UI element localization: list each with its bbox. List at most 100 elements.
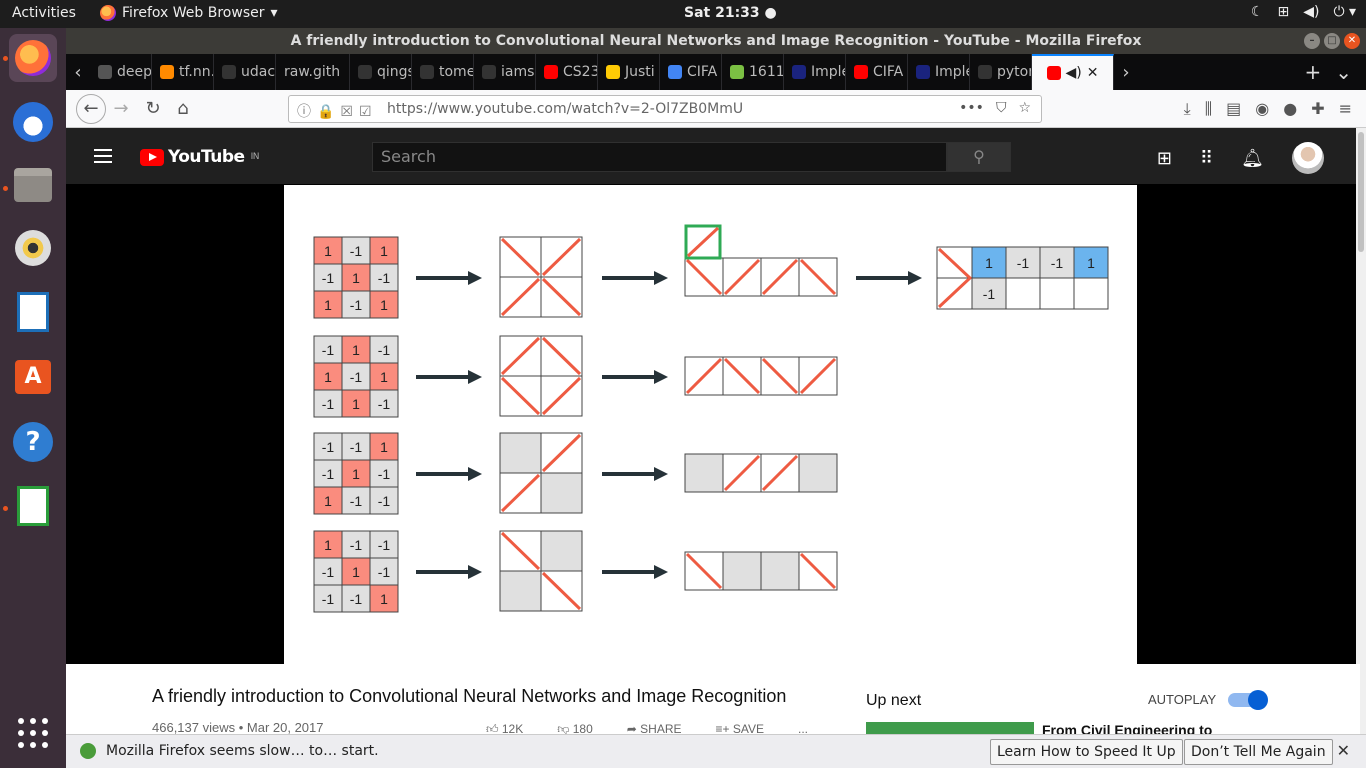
tab-3[interactable]: raw.gith bbox=[276, 54, 350, 90]
tab-1[interactable]: tf.nn. bbox=[152, 54, 214, 90]
tab-active-youtube[interactable]: ◀) ✕ bbox=[1032, 54, 1114, 90]
scroll-tabs-right-icon[interactable]: › bbox=[1114, 54, 1138, 90]
network-icon: ⊞ bbox=[1277, 4, 1290, 20]
bookmark-star-icon[interactable]: ☆ bbox=[1018, 100, 1031, 116]
back-button[interactable]: ← bbox=[76, 94, 106, 124]
learn-more-button[interactable]: Learn How to Speed It Up bbox=[990, 739, 1183, 765]
apps-grid-icon[interactable]: ⠿ bbox=[1200, 148, 1213, 169]
url-text[interactable]: https://www.youtube.com/watch?v=2-Ol7ZB0… bbox=[387, 101, 743, 117]
dock-rhythmbox-icon[interactable] bbox=[9, 224, 57, 272]
tab-10[interactable]: 1611 bbox=[722, 54, 784, 90]
list-all-tabs-icon[interactable]: ⌄ bbox=[1335, 60, 1352, 84]
dock-thunderbird-icon[interactable] bbox=[9, 98, 57, 146]
avatar[interactable] bbox=[1292, 142, 1324, 174]
video-player[interactable]: 1 -1 1 -1 1 -1 1 -1 1 -1 1 -1 1 -1 1 -1 1 -1 -1 -1 1 -1 1 -1 1 -1… bbox=[66, 184, 1354, 664]
matrix-value: -1 bbox=[378, 396, 391, 412]
account-icon[interactable]: ◉ bbox=[1255, 99, 1269, 119]
tab-label: deep bbox=[117, 64, 152, 80]
result-value: 1 bbox=[1087, 255, 1095, 271]
create-video-icon[interactable]: ⊞ bbox=[1157, 148, 1172, 169]
matrix-value: -1 bbox=[350, 537, 363, 553]
close-window-button[interactable]: ✕ bbox=[1344, 33, 1360, 49]
result-value: 1 bbox=[985, 255, 993, 271]
audio-playing-icon[interactable]: ◀) bbox=[1066, 65, 1082, 81]
tab-8[interactable]: Justi bbox=[598, 54, 660, 90]
dock-files-icon[interactable] bbox=[9, 160, 57, 208]
autoplay-control[interactable]: AUTOPLAY bbox=[1148, 689, 1269, 710]
tab-0[interactable]: deep bbox=[90, 54, 152, 90]
tab-13[interactable]: Imple bbox=[908, 54, 970, 90]
tab-favicon-icon bbox=[420, 65, 434, 79]
search-button[interactable]: ⚲ bbox=[947, 142, 1011, 172]
dock-help-icon[interactable]: ? bbox=[9, 418, 57, 466]
dock-firefox-icon[interactable] bbox=[9, 34, 57, 82]
reload-button[interactable]: ↻ bbox=[142, 98, 164, 120]
matrix-value: 1 bbox=[352, 396, 360, 412]
menu-icon[interactable]: ≡ bbox=[1339, 99, 1352, 119]
dock-calc-icon[interactable] bbox=[9, 482, 57, 530]
window-title: A friendly introduction to Convolutional… bbox=[290, 33, 1142, 49]
dock-writer-icon[interactable] bbox=[9, 288, 57, 336]
tab-14[interactable]: pytor bbox=[970, 54, 1032, 90]
matrix-value: -1 bbox=[322, 564, 335, 580]
activities-button[interactable]: Activities bbox=[12, 5, 76, 21]
system-tray[interactable]: ☾ ⊞ ◀) ⏻ ▾ bbox=[1251, 4, 1356, 20]
close-tab-icon[interactable]: ✕ bbox=[1087, 65, 1099, 81]
tab-favicon-icon bbox=[792, 65, 806, 79]
tab-6[interactable]: iamsl bbox=[474, 54, 536, 90]
home-button[interactable]: ⌂ bbox=[172, 98, 194, 120]
video-title: A friendly introduction to Convolutional… bbox=[152, 686, 787, 706]
extension-icon[interactable]: ● bbox=[1283, 99, 1297, 119]
clock[interactable]: Sat 21:33 ● bbox=[684, 5, 777, 21]
dock-software-icon[interactable]: A bbox=[9, 352, 57, 400]
tab-12[interactable]: CIFA bbox=[846, 54, 908, 90]
youtube-header: YouTube IN Search ⚲ ⊞ ⠿ 🔔︎ bbox=[66, 128, 1360, 184]
matrix-value: 1 bbox=[324, 297, 332, 313]
notifications-bell-icon[interactable]: 🔔︎ bbox=[1241, 148, 1264, 169]
library-icon[interactable]: ⫼ bbox=[1205, 99, 1212, 119]
sidebar-icon[interactable]: ▤ bbox=[1226, 99, 1241, 119]
app-menu[interactable]: Firefox Web Browser ▾ bbox=[100, 5, 278, 21]
tab-label: Imple bbox=[811, 64, 845, 80]
tab-favicon-icon bbox=[916, 65, 930, 79]
close-notification-icon[interactable]: ✕ bbox=[1337, 741, 1350, 760]
tab-7[interactable]: CS23 bbox=[536, 54, 598, 90]
tab-9[interactable]: CIFA bbox=[660, 54, 722, 90]
tab-4[interactable]: qings bbox=[350, 54, 412, 90]
scroll-tabs-left-icon[interactable]: ‹ bbox=[66, 54, 90, 90]
tab-5[interactable]: tome bbox=[412, 54, 474, 90]
tab-label: CIFA bbox=[687, 64, 718, 80]
autoplay-toggle[interactable] bbox=[1228, 689, 1269, 710]
youtube-logo[interactable]: YouTube IN bbox=[140, 147, 259, 167]
addons-icon[interactable]: ✚ bbox=[1311, 99, 1324, 119]
scrollbar-thumb[interactable] bbox=[1358, 132, 1364, 252]
arrow-to-diagram-head bbox=[468, 467, 482, 481]
tab-11[interactable]: Imple bbox=[784, 54, 846, 90]
matrix-value: -1 bbox=[378, 493, 391, 509]
url-bar[interactable]: ⓘ🔒☒☑ https://www.youtube.com/watch?v=2-O… bbox=[288, 95, 1042, 123]
search-input[interactable]: Search bbox=[372, 142, 947, 172]
show-applications-icon[interactable] bbox=[18, 718, 48, 748]
matrix-value: -1 bbox=[378, 342, 391, 358]
forward-button[interactable]: → bbox=[110, 98, 132, 120]
night-light-icon: ☾ bbox=[1250, 4, 1264, 20]
volume-icon: ◀) bbox=[1303, 4, 1320, 20]
tab-2[interactable]: udac bbox=[214, 54, 276, 90]
matrix-value: -1 bbox=[322, 396, 335, 412]
site-info-icon[interactable]: ⓘ🔒☒☑ bbox=[297, 101, 378, 121]
arrow-to-diagram-head bbox=[468, 370, 482, 384]
downloads-icon[interactable]: ⤓ bbox=[1184, 99, 1191, 119]
next-video-thumbnail[interactable] bbox=[866, 722, 1034, 734]
maximize-button[interactable]: □ bbox=[1324, 33, 1340, 49]
guide-menu-icon[interactable] bbox=[94, 149, 112, 163]
matrix-value: 1 bbox=[324, 493, 332, 509]
new-tab-icon[interactable]: + bbox=[1304, 60, 1321, 84]
matrix-value: 1 bbox=[352, 342, 360, 358]
page-scrollbar[interactable] bbox=[1356, 128, 1366, 734]
pocket-icon[interactable]: ⛉ bbox=[996, 100, 1007, 116]
dont-tell-again-button[interactable]: Don’t Tell Me Again bbox=[1184, 739, 1333, 765]
matrix-value: -1 bbox=[350, 493, 363, 509]
dock-running-indicator bbox=[3, 56, 8, 61]
minimize-button[interactable]: – bbox=[1304, 33, 1320, 49]
page-actions-icon[interactable]: ••• bbox=[959, 100, 984, 116]
